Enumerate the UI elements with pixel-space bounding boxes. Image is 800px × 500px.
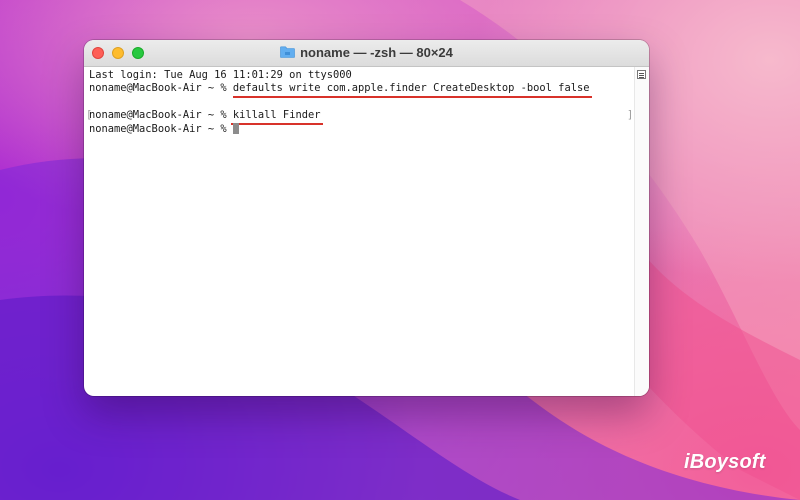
terminal-line-command-2: [noname@MacBook-Air ~ % killall Finder] xyxy=(86,109,635,126)
window-titlebar[interactable]: noname — -zsh — 80×24 xyxy=(84,40,649,67)
prompt: noname@MacBook-Air ~ % xyxy=(89,122,233,135)
terminal-output[interactable]: Last login: Tue Aug 16 11:01:29 on ttys0… xyxy=(84,67,635,396)
terminal-line-command-1: noname@MacBook-Air ~ % defaults write co… xyxy=(89,82,635,99)
terminal-line-prompt: noname@MacBook-Air ~ % xyxy=(89,122,635,136)
mark-bracket-left: [ xyxy=(86,109,93,122)
command-text: killall Finder xyxy=(232,109,321,122)
folder-icon xyxy=(280,46,295,58)
login-text: Last login: Tue Aug 16 11:01:29 on ttys0… xyxy=(89,69,352,81)
command-text: defaults write com.apple.finder CreateDe… xyxy=(232,82,590,95)
command-defaults-write: defaults write com.apple.finder CreateDe… xyxy=(232,82,593,99)
mark-bracket-right: ] xyxy=(627,109,634,122)
terminal-line-login: Last login: Tue Aug 16 11:01:29 on ttys0… xyxy=(89,69,635,82)
window-title: noname — -zsh — 80×24 xyxy=(300,45,453,60)
text-cursor xyxy=(232,122,239,134)
prompt: noname@MacBook-Air ~ % xyxy=(89,109,233,122)
prompt: noname@MacBook-Air ~ % xyxy=(89,82,233,95)
terminal-window: noname — -zsh — 80×24 Last login: Tue Au… xyxy=(84,40,649,396)
command-killall: killall Finder xyxy=(230,109,324,126)
scrollbar[interactable] xyxy=(634,67,649,396)
split-pane-icon[interactable] xyxy=(637,70,646,79)
iboysoft-logo: iBoysoft xyxy=(684,451,766,473)
window-title-container: noname — -zsh — 80×24 xyxy=(84,45,649,60)
